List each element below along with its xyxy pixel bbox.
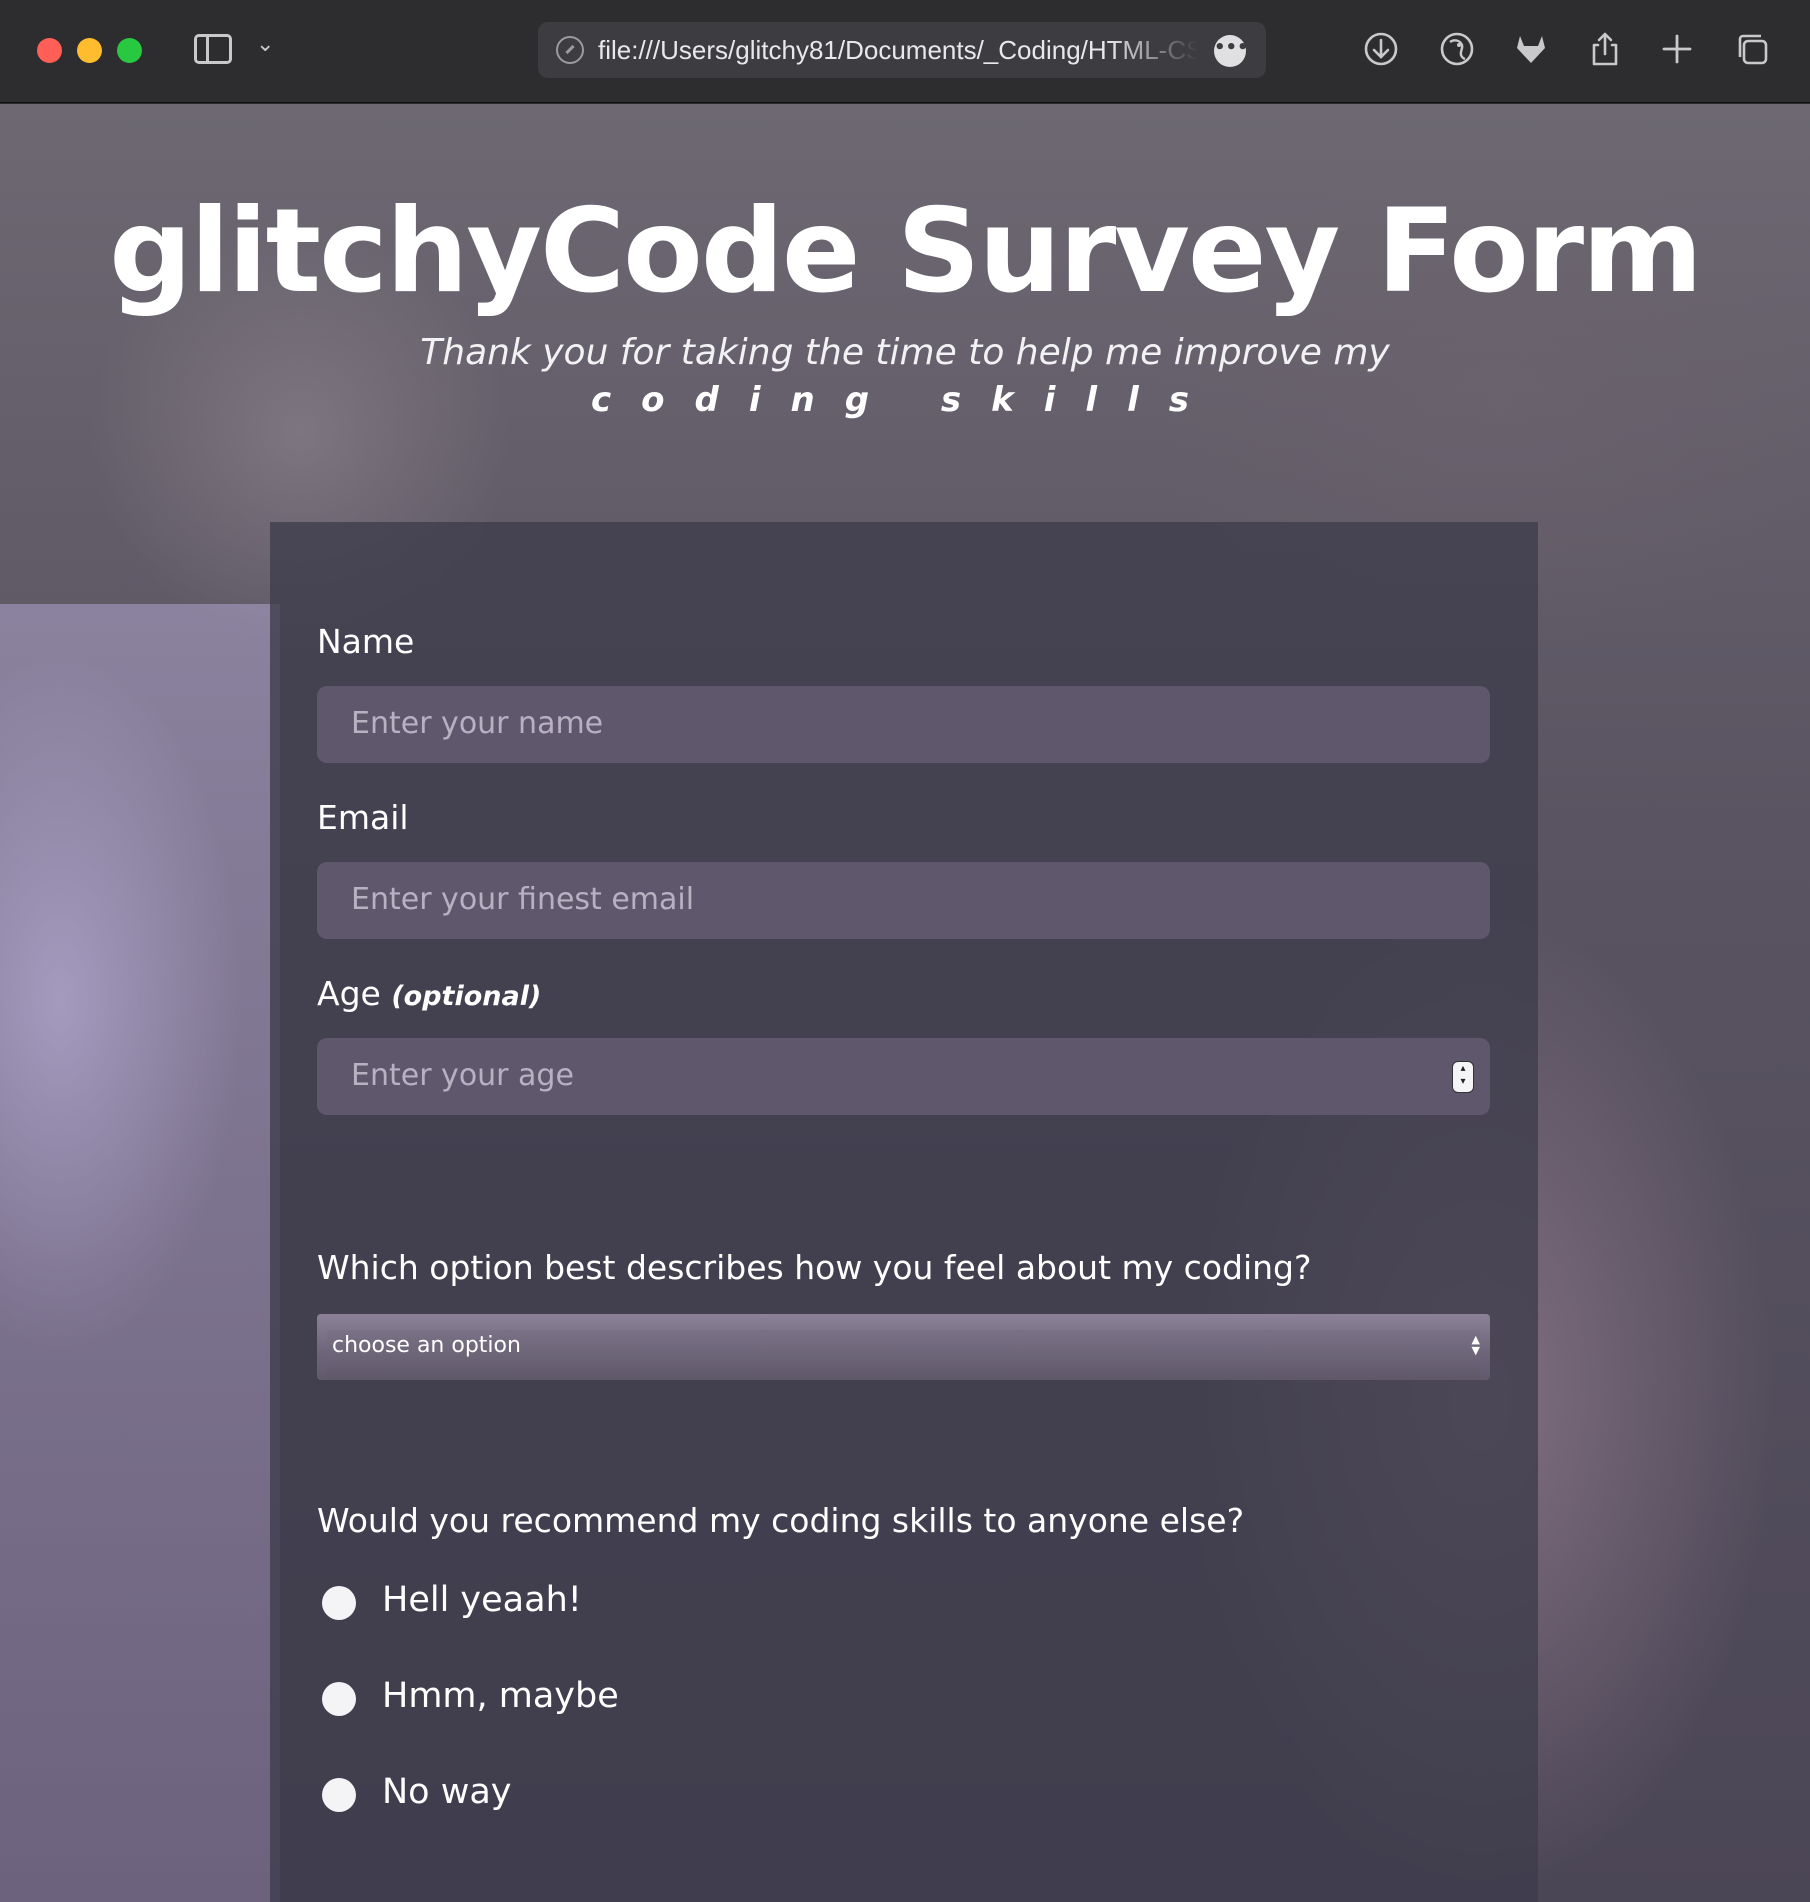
url-text[interactable]: file:///Users/glitchy81/Documents/_Codin… [598, 35, 1198, 66]
download-icon[interactable] [1362, 30, 1400, 68]
age-placeholder: Enter your age [351, 1058, 574, 1093]
page-subtitle-emphasis: coding skills [591, 380, 1219, 420]
name-input[interactable]: Enter your name [317, 686, 1490, 763]
age-label: Age (optional) [317, 974, 541, 1013]
radio-button[interactable] [322, 1682, 356, 1716]
age-optional-hint: (optional) [391, 981, 542, 1012]
select-value: choose an option [332, 1333, 521, 1358]
radio-label: Hell yeaah! [382, 1580, 582, 1620]
new-tab-icon[interactable] [1658, 30, 1696, 68]
more-options-icon[interactable]: ••• [1214, 35, 1249, 67]
browser-toolbar: ⌄ file:///Users/glitchy81/Documents/_Cod… [0, 0, 1810, 103]
name-label: Name [317, 622, 415, 661]
email-input[interactable]: Enter your finest email [317, 862, 1490, 939]
radio-button[interactable] [322, 1778, 356, 1812]
compass-icon [556, 36, 584, 64]
number-stepper-icon[interactable]: ▴ ▾ [1452, 1061, 1474, 1093]
radio-label: No way [382, 1772, 512, 1812]
chevron-down-icon[interactable]: ⌄ [256, 34, 274, 56]
duckduckgo-icon[interactable] [1438, 30, 1476, 68]
age-input[interactable]: Enter your age ▴ ▾ [317, 1038, 1490, 1115]
page-subtitle: Thank you for taking the time to help me… [420, 332, 1390, 373]
background-photo [0, 604, 280, 1902]
radio-button[interactable] [322, 1586, 356, 1620]
minimize-window-button[interactable] [77, 38, 102, 63]
share-icon[interactable] [1586, 30, 1624, 68]
sidebar-toggle-icon[interactable] [194, 34, 232, 64]
address-bar[interactable]: file:///Users/glitchy81/Documents/_Codin… [538, 22, 1266, 78]
radio-label: Hmm, maybe [382, 1676, 619, 1716]
zoom-window-button[interactable] [117, 38, 142, 63]
close-window-button[interactable] [37, 38, 62, 63]
feeling-select[interactable]: choose an option ▲ ▼ [317, 1314, 1490, 1380]
survey-form: Name Enter your name Email Enter your fi… [270, 522, 1538, 1902]
select-arrows-icon: ▲ ▼ [1471, 1333, 1480, 1357]
feeling-question: Which option best describes how you feel… [317, 1248, 1312, 1287]
email-placeholder: Enter your finest email [351, 882, 695, 917]
email-label: Email [317, 798, 409, 837]
tab-overview-icon[interactable] [1734, 30, 1772, 68]
age-label-text: Age [317, 974, 381, 1013]
gitlab-icon[interactable] [1512, 30, 1550, 68]
name-placeholder: Enter your name [351, 706, 604, 741]
recommend-question: Would you recommend my coding skills to … [317, 1501, 1245, 1540]
page-title: glitchyCode Survey Form [109, 184, 1703, 319]
page-viewport: glitchyCode Survey Form Thank you for ta… [0, 104, 1810, 1902]
